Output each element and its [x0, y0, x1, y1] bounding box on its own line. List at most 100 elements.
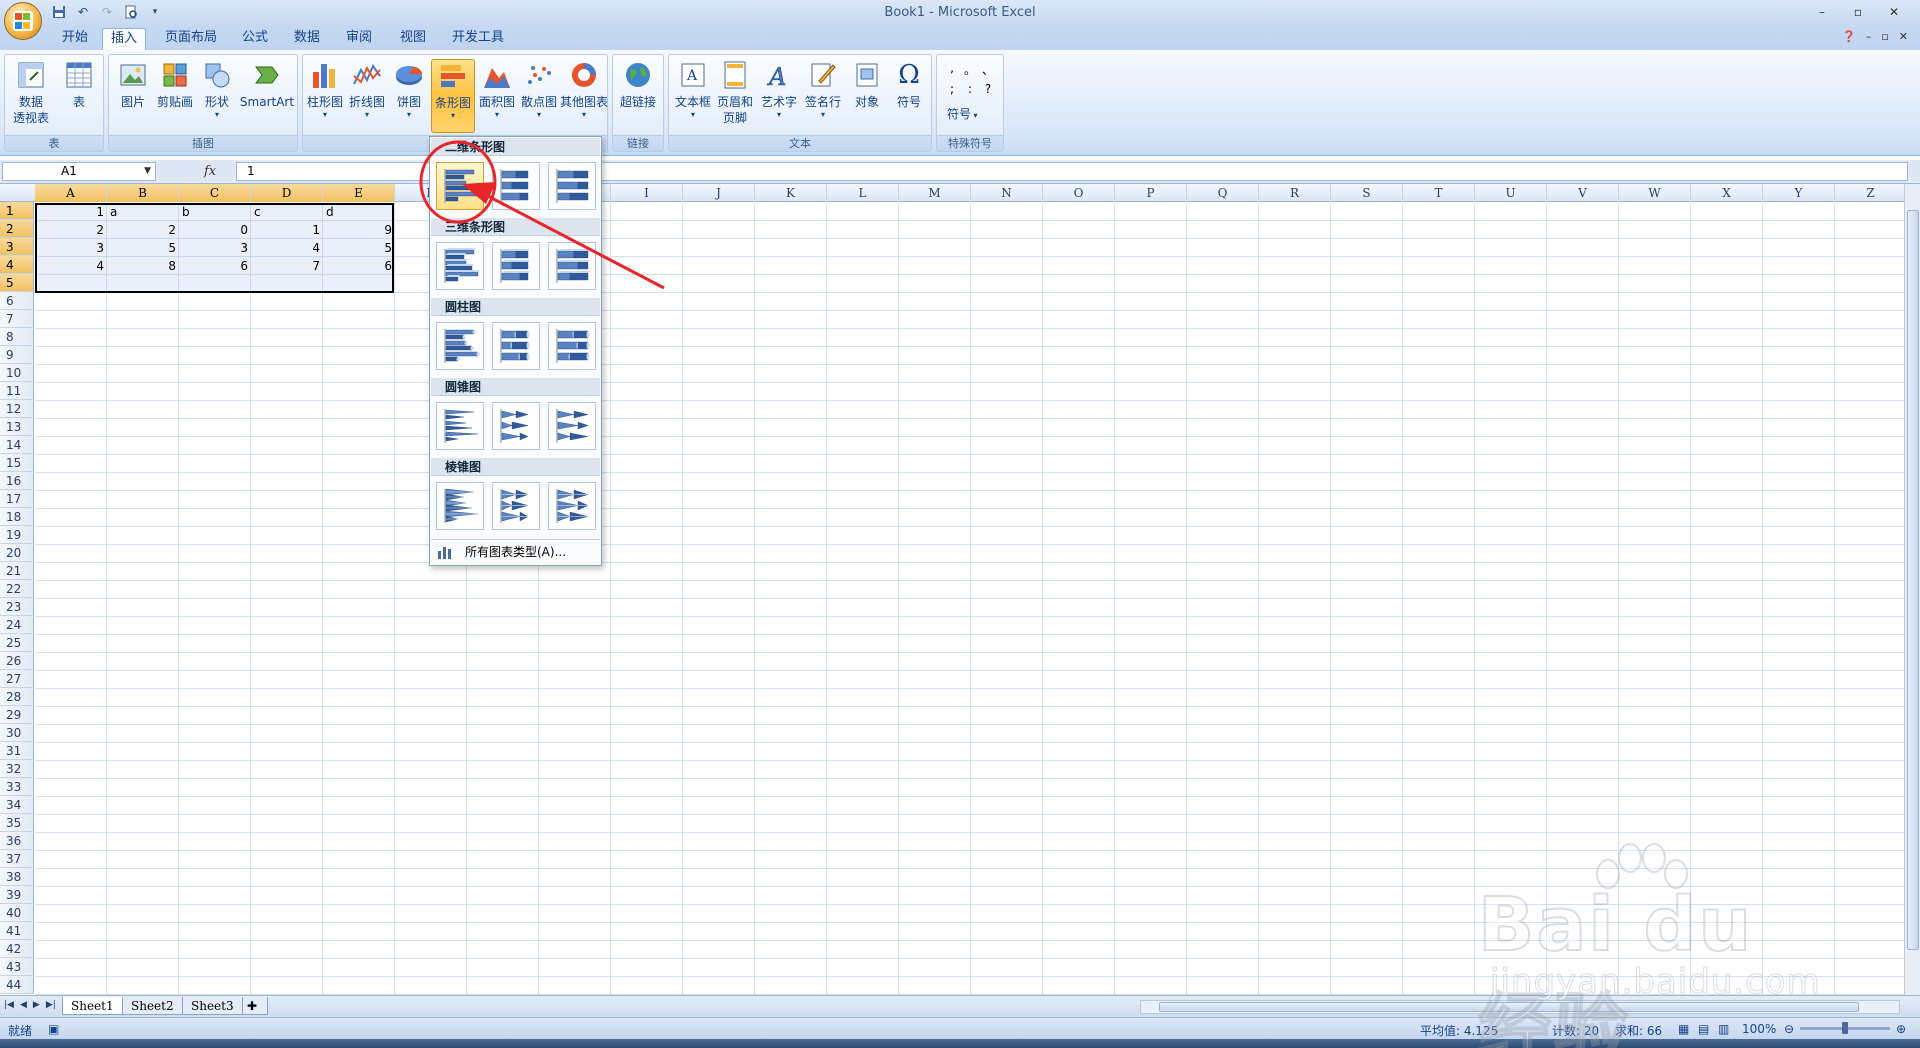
- row-header-28[interactable]: 28: [0, 688, 34, 706]
- column-header-a[interactable]: A: [35, 184, 107, 202]
- 3d-stacked-bar-option[interactable]: [492, 242, 540, 290]
- sheet-tab-sheet2[interactable]: Sheet2: [122, 997, 183, 1015]
- row-header-23[interactable]: 23: [0, 598, 34, 616]
- cell-b3[interactable]: 5: [107, 239, 179, 257]
- row-header-43[interactable]: 43: [0, 958, 34, 976]
- row-header-24[interactable]: 24: [0, 616, 34, 634]
- row-header-18[interactable]: 18: [0, 508, 34, 526]
- column-header-o[interactable]: O: [1043, 184, 1115, 202]
- symbol-enumeration-comma[interactable]: 、: [979, 61, 997, 78]
- table-button[interactable]: 表: [57, 59, 101, 133]
- symbol-semicolon[interactable]: ;: [943, 82, 961, 96]
- area-chart-button[interactable]: 面积图 ▾: [475, 59, 519, 133]
- cell-e2[interactable]: 9: [323, 221, 395, 239]
- row-header-31[interactable]: 31: [0, 742, 34, 760]
- cell-b4[interactable]: 8: [107, 257, 179, 275]
- row-header-1[interactable]: 1: [0, 202, 34, 220]
- row-header-3[interactable]: 3: [0, 238, 34, 256]
- first-sheet-icon[interactable]: |◀: [4, 1000, 14, 1010]
- tab-data[interactable]: 数据: [286, 28, 328, 50]
- bar-chart-button[interactable]: 条形图 ▾: [431, 59, 475, 133]
- row-header-22[interactable]: 22: [0, 580, 34, 598]
- row-header-21[interactable]: 21: [0, 562, 34, 580]
- zoom-slider-knob[interactable]: [1842, 1022, 1848, 1034]
- row-header-30[interactable]: 30: [0, 724, 34, 742]
- cell-c1[interactable]: b: [179, 203, 251, 221]
- row-header-5[interactable]: 5: [0, 274, 34, 292]
- tab-home[interactable]: 开始: [54, 28, 96, 50]
- shapes-button[interactable]: 形状 ▾: [195, 59, 239, 133]
- stacked-cone-option[interactable]: [492, 402, 540, 450]
- smartart-button[interactable]: SmartArt: [239, 59, 295, 133]
- row-header-17[interactable]: 17: [0, 490, 34, 508]
- cell-c2[interactable]: 0: [179, 221, 251, 239]
- workbook-close-button[interactable]: ✕: [1899, 30, 1908, 43]
- textbox-button[interactable]: A 文本框 ▾: [671, 59, 715, 133]
- row-header-33[interactable]: 33: [0, 778, 34, 796]
- special-symbol-dropdown[interactable]: 符号 ▾: [947, 105, 978, 122]
- cell-a2[interactable]: 2: [35, 221, 107, 239]
- sheet-tab-sheet3[interactable]: Sheet3: [182, 997, 243, 1015]
- row-header-6[interactable]: 6: [0, 292, 34, 310]
- 100-stacked-bar-option[interactable]: [548, 162, 596, 210]
- insert-function-icon[interactable]: fx: [204, 164, 216, 179]
- column-header-e[interactable]: E: [323, 184, 395, 202]
- row-header-25[interactable]: 25: [0, 634, 34, 652]
- column-header-t[interactable]: T: [1403, 184, 1475, 202]
- row-header-38[interactable]: 38: [0, 868, 34, 886]
- tab-review[interactable]: 审阅: [338, 28, 380, 50]
- cell-c4[interactable]: 6: [179, 257, 251, 275]
- row-header-37[interactable]: 37: [0, 850, 34, 868]
- zoom-in-icon[interactable]: ⊕: [1896, 1022, 1906, 1036]
- vertical-scroll-thumb[interactable]: [1907, 210, 1919, 950]
- cell-e4[interactable]: 6: [323, 257, 395, 275]
- row-header-35[interactable]: 35: [0, 814, 34, 832]
- pie-chart-button[interactable]: 饼图 ▾: [387, 59, 431, 133]
- row-header-4[interactable]: 4: [0, 256, 34, 274]
- macro-record-icon[interactable]: ▣: [48, 1022, 59, 1036]
- row-header-26[interactable]: 26: [0, 652, 34, 670]
- workbook-restore-button[interactable]: ▫: [1881, 30, 1888, 43]
- column-header-w[interactable]: W: [1619, 184, 1691, 202]
- row-header-40[interactable]: 40: [0, 904, 34, 922]
- column-header-b[interactable]: B: [107, 184, 179, 202]
- cell-d3[interactable]: 4: [251, 239, 323, 257]
- cell-a1[interactable]: 1: [35, 203, 107, 221]
- row-header-44[interactable]: 44: [0, 976, 34, 994]
- cell-c3[interactable]: 3: [179, 239, 251, 257]
- cell-e3[interactable]: 5: [323, 239, 395, 257]
- cell-d4[interactable]: 7: [251, 257, 323, 275]
- column-header-x[interactable]: X: [1691, 184, 1763, 202]
- 100-stacked-cylinder-option[interactable]: [548, 322, 596, 370]
- vertical-scrollbar[interactable]: [1904, 184, 1920, 995]
- tab-formulas[interactable]: 公式: [234, 28, 276, 50]
- workbook-minimize-button[interactable]: –: [1866, 30, 1872, 43]
- row-header-8[interactable]: 8: [0, 328, 34, 346]
- row-header-32[interactable]: 32: [0, 760, 34, 778]
- column-header-c[interactable]: C: [179, 184, 251, 202]
- column-header-d[interactable]: D: [251, 184, 323, 202]
- column-header-n[interactable]: N: [971, 184, 1043, 202]
- clustered-pyramid-option[interactable]: [436, 482, 484, 530]
- hyperlink-button[interactable]: 超链接: [616, 59, 660, 133]
- column-header-l[interactable]: L: [827, 184, 899, 202]
- symbol-question[interactable]: ?: [979, 82, 997, 96]
- column-header-u[interactable]: U: [1475, 184, 1547, 202]
- cell-d2[interactable]: 1: [251, 221, 323, 239]
- wordart-button[interactable]: A 艺术字 ▾: [757, 59, 801, 133]
- column-header-k[interactable]: K: [755, 184, 827, 202]
- column-header-m[interactable]: M: [899, 184, 971, 202]
- symbol-button[interactable]: Ω 符号: [887, 59, 931, 133]
- row-header-36[interactable]: 36: [0, 832, 34, 850]
- row-header-15[interactable]: 15: [0, 454, 34, 472]
- column-header-s[interactable]: S: [1331, 184, 1403, 202]
- tab-developer[interactable]: 开发工具: [444, 28, 512, 50]
- scatter-chart-button[interactable]: 散点图 ▾: [517, 59, 561, 133]
- cell-a3[interactable]: 3: [35, 239, 107, 257]
- row-header-27[interactable]: 27: [0, 670, 34, 688]
- 3d-clustered-bar-option[interactable]: [436, 242, 484, 290]
- column-header-y[interactable]: Y: [1763, 184, 1835, 202]
- cell-d1[interactable]: c: [251, 203, 323, 221]
- column-header-j[interactable]: J: [683, 184, 755, 202]
- row-header-16[interactable]: 16: [0, 472, 34, 490]
